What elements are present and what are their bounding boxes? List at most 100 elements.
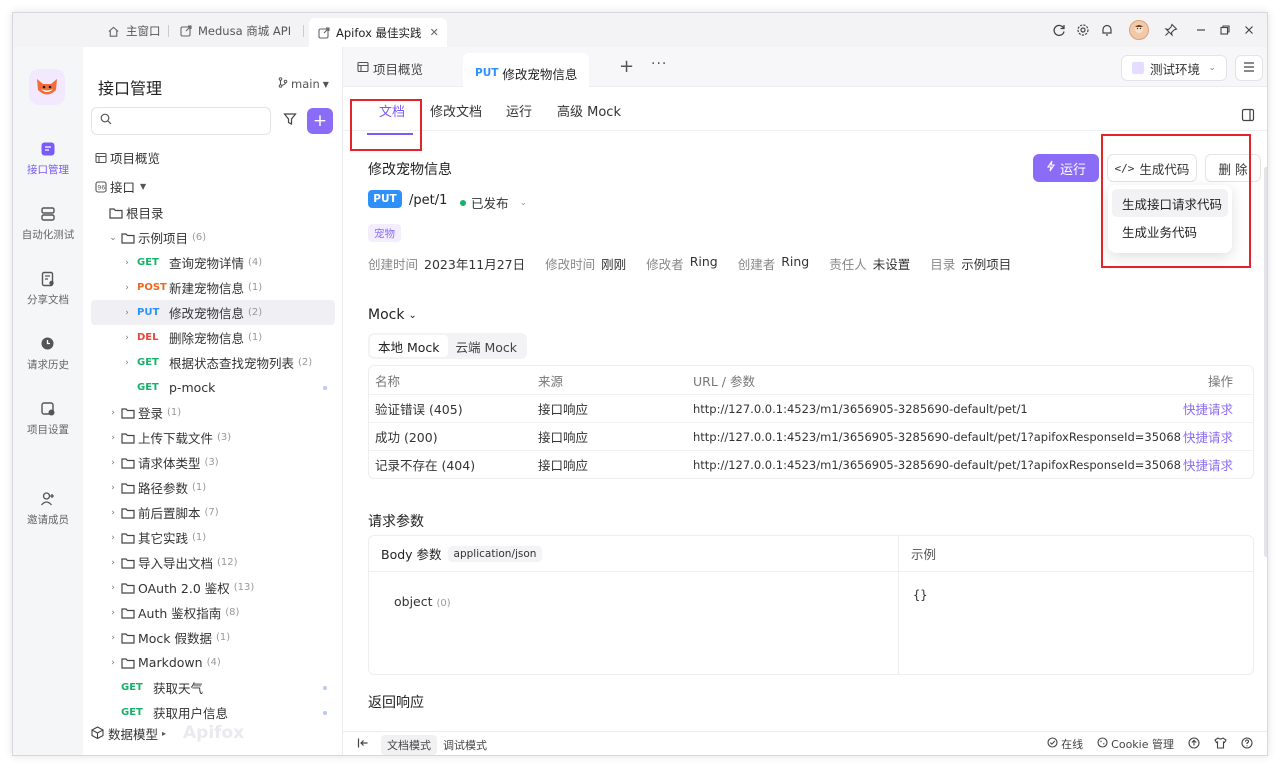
tree-item-folder[interactable]: › 导入导出文档 (12) (107, 550, 351, 575)
rail-item-invite-member[interactable]: 邀请成员 (13, 489, 83, 527)
chevron-right-icon[interactable]: › (107, 533, 119, 543)
tree-item-folder[interactable]: › 请求体类型 (3) (107, 450, 351, 475)
help-icon[interactable] (1241, 736, 1253, 752)
window-tab-medusa[interactable]: Medusa 商城 API (171, 18, 299, 44)
mock-url[interactable]: http://127.0.0.1:4523/m1/3656905-3285690… (693, 402, 1181, 416)
mock-url[interactable]: http://127.0.0.1:4523/m1/3656905-3285690… (693, 430, 1181, 444)
chevron-right-icon[interactable]: › (121, 308, 133, 318)
tree-item-label: 上传下载文件 (138, 431, 214, 446)
more-options-button[interactable]: ··· (651, 56, 667, 72)
chevron-right-icon[interactable]: › (121, 333, 133, 343)
chevron-down-icon[interactable]: ⌄ (107, 233, 119, 243)
pin-icon[interactable] (1159, 19, 1183, 41)
cookie-manager[interactable]: Cookie 管理 (1097, 736, 1174, 752)
rail-item-label: 项目设置 (27, 424, 69, 436)
refresh-icon[interactable] (1047, 19, 1071, 41)
subtab-advanced-mock[interactable]: 高级 Mock (557, 101, 621, 120)
rail-item-share-docs[interactable]: 分享文档 (13, 269, 83, 307)
tree-item-endpoint[interactable]: › GET 查询宠物详情 (4) (121, 250, 335, 275)
window-tab-apifox[interactable]: Apifox 最佳实践 ✕ (309, 18, 447, 47)
doc-tab-active-endpoint[interactable]: PUT 修改宠物信息 (463, 53, 590, 87)
rail-item-api-management[interactable]: 接口管理 (13, 139, 83, 177)
item-count: (1) (248, 332, 263, 343)
quick-request-link[interactable]: 快捷请求 (1181, 427, 1253, 446)
chevron-right-icon[interactable]: › (107, 633, 119, 643)
mock-url[interactable]: http://127.0.0.1:4523/m1/3656905-3285690… (693, 458, 1181, 472)
tree-item-folder[interactable]: › Mock 假数据 (1) (107, 625, 351, 650)
chevron-right-icon[interactable]: › (107, 583, 119, 593)
tree-search-input[interactable] (91, 107, 271, 135)
close-window-icon[interactable] (1237, 19, 1261, 41)
folder-icon (121, 657, 135, 669)
side-panel-toggle-icon[interactable] (1241, 108, 1255, 126)
chevron-right-icon[interactable]: ▸ (162, 729, 166, 738)
tree-item-endpoint[interactable]: › POST 新建宠物信息 (1) (121, 275, 335, 300)
tree-item-data-models[interactable]: 数据模型 ▸ (91, 724, 166, 743)
menu-button[interactable] (1235, 55, 1263, 81)
debug-mode-button[interactable]: 调试模式 (437, 735, 493, 755)
chevron-right-icon[interactable]: › (107, 558, 119, 568)
tree-item-folder[interactable]: ⌄ 示例项目 (6) (107, 225, 351, 250)
chevron-right-icon[interactable]: › (107, 658, 119, 668)
tree-item-folder[interactable]: › Markdown (4) (107, 650, 351, 675)
tree-item-endpoint-selected[interactable]: › PUT 修改宠物信息 (2) (91, 300, 335, 325)
doc-mode-button[interactable]: 文档模式 (381, 734, 437, 755)
doc-tab-project-overview[interactable]: 项目概览 (357, 59, 423, 78)
rail-item-project-settings[interactable]: 项目设置 (13, 399, 83, 437)
window-tab-label: Medusa 商城 API (198, 24, 292, 38)
restore-icon[interactable] (1213, 19, 1237, 41)
chevron-right-icon[interactable]: › (107, 483, 119, 493)
window-tab-home[interactable]: 主窗口 (99, 18, 169, 44)
add-button[interactable]: + (307, 108, 333, 134)
notification-bell-icon[interactable] (1095, 19, 1119, 41)
tree-item-folder[interactable]: › 路径参数 (1) (107, 475, 351, 500)
chevron-right-icon[interactable]: › (107, 458, 119, 468)
user-avatar[interactable] (1129, 20, 1149, 40)
tree-item-project-overview[interactable]: 项目概览 (93, 145, 337, 170)
chevron-right-icon[interactable]: › (121, 283, 133, 293)
mock-section-title[interactable]: Mock ⌄ (368, 307, 417, 323)
chevron-right-icon[interactable]: › (121, 358, 133, 368)
tree-item-folder[interactable]: › 其它实践 (1) (107, 525, 351, 550)
tree-item-folder[interactable]: › 登录 (1) (107, 400, 351, 425)
chevron-right-icon[interactable]: › (107, 408, 119, 418)
cloud-mock-tab[interactable]: 云端 Mock (448, 335, 526, 357)
vertical-scrollbar[interactable] (1264, 167, 1267, 557)
chevron-right-icon[interactable]: › (107, 608, 119, 618)
rail-item-automation-test[interactable]: 自动化测试 (13, 204, 83, 242)
branch-selector[interactable]: main ▼ (278, 77, 329, 91)
online-status[interactable]: 在线 (1047, 736, 1083, 752)
settings-gear-icon[interactable] (1071, 19, 1095, 41)
upload-icon[interactable] (1188, 736, 1200, 752)
new-tab-button[interactable]: + (619, 56, 634, 77)
chevron-right-icon[interactable]: › (121, 258, 133, 268)
tree-item-folder[interactable]: › 上传下载文件 (3) (107, 425, 351, 450)
tree-item-interfaces[interactable]: 96 接口 ▼ (93, 174, 337, 199)
environment-selector[interactable]: 测试环境 ⌄ (1121, 55, 1227, 81)
tree-item-folder[interactable]: › Auth 鉴权指南 (8) (107, 600, 351, 625)
subtab-run[interactable]: 运行 (506, 101, 532, 120)
run-button[interactable]: 运行 (1033, 154, 1099, 182)
tree-item-endpoint[interactable]: GET 获取天气 (107, 675, 335, 700)
tree-item-endpoint[interactable]: › DEL 删除宠物信息 (1) (121, 325, 335, 350)
theme-shirt-icon[interactable] (1214, 736, 1227, 752)
local-mock-tab[interactable]: 本地 Mock (370, 335, 448, 357)
chevron-right-icon[interactable]: › (107, 508, 119, 518)
status-selector[interactable]: 已发布 ⌄ (460, 193, 527, 212)
tree-item-folder[interactable]: › OAuth 2.0 鉴权 (13) (107, 575, 351, 600)
close-tab-icon[interactable]: ✕ (430, 26, 439, 39)
tree-item-endpoint[interactable]: › GET 根据状态查找宠物列表 (2) (121, 350, 335, 375)
rail-item-request-history[interactable]: 请求历史 (13, 334, 83, 372)
tree-item-endpoint[interactable]: GET 获取用户信息 (107, 700, 335, 725)
subtab-edit-docs[interactable]: 修改文档 (430, 101, 482, 120)
tree-item-endpoint[interactable]: GET p-mock (121, 375, 335, 400)
quick-request-link[interactable]: 快捷请求 (1181, 399, 1253, 418)
quick-request-link[interactable]: 快捷请求 (1181, 455, 1253, 474)
filter-button[interactable] (277, 108, 303, 134)
tree-item-folder[interactable]: › 前后置脚本 (7) (107, 500, 351, 525)
minimize-icon[interactable] (1189, 19, 1213, 41)
collapse-sidebar-icon[interactable] (357, 737, 369, 752)
chevron-right-icon[interactable]: › (107, 433, 119, 443)
meta-key: 目录 (930, 257, 956, 272)
tree-item-root[interactable]: 根目录 (107, 200, 351, 225)
